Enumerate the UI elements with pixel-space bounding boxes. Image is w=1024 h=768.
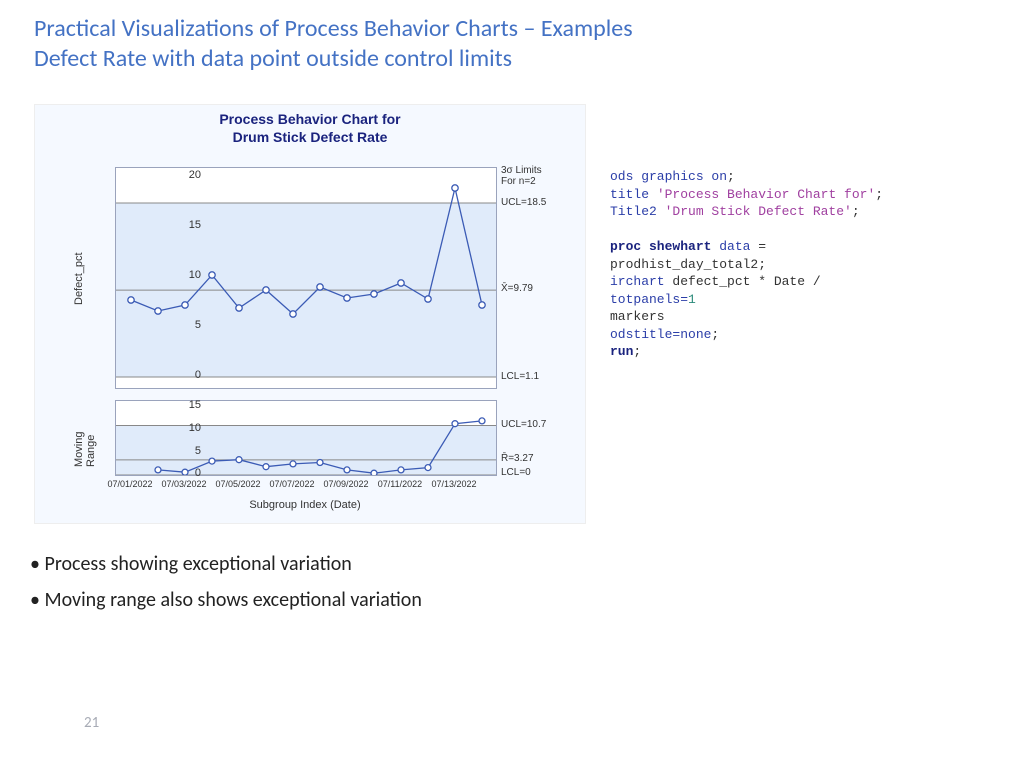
sas-code-block: ods graphics on; title 'Process Behavior… [610, 168, 1010, 361]
ytick-20: 20 [165, 169, 201, 181]
xtick-1: 07/03/2022 [154, 479, 214, 489]
lcl-mr-label: LCL=0 [501, 467, 531, 478]
xlabel: Subgroup Index (Date) [115, 499, 495, 511]
mr-chart-svg [116, 401, 496, 475]
page-number: 21 [84, 714, 99, 732]
title-line-2: Defect Rate with data point outside cont… [34, 44, 994, 74]
bullet-list: • Process showing exceptional variation … [30, 552, 422, 624]
slide-title-block: Practical Visualizations of Process Beha… [34, 14, 994, 74]
chart-title: Process Behavior Chart for Drum Stick De… [35, 111, 585, 145]
bullet-2: • Moving range also shows exceptional va… [30, 588, 422, 612]
ytick-5: 5 [165, 319, 201, 331]
cl-i-label: X̄=9.79 [501, 283, 533, 294]
lcl-i-label: LCL=1.1 [501, 371, 539, 382]
sigma-label: 3σ Limits For n=2 [501, 165, 542, 187]
mr-ytick-10: 10 [165, 422, 201, 434]
ucl-i-label: UCL=18.5 [501, 197, 546, 208]
bullet-1: • Process showing exceptional variation [30, 552, 422, 576]
control-chart-panel: Process Behavior Chart for Drum Stick De… [34, 104, 586, 524]
xtick-0: 07/01/2022 [100, 479, 160, 489]
xtick-2: 07/05/2022 [208, 479, 268, 489]
xtick-6: 07/13/2022 [424, 479, 484, 489]
ytick-0: 0 [165, 369, 201, 381]
ucl-mr-label: UCL=10.7 [501, 419, 546, 430]
cl-mr-label: R̄=3.27 [501, 453, 534, 464]
xtick-5: 07/11/2022 [370, 479, 430, 489]
chart-title-line2: Drum Stick Defect Rate [35, 129, 585, 145]
xtick-4: 07/09/2022 [316, 479, 376, 489]
ytick-15: 15 [165, 219, 201, 231]
mr-ytick-0: 0 [165, 467, 201, 479]
mr-ytick-15: 15 [165, 399, 201, 411]
moving-range-plot [115, 400, 497, 476]
chart-title-line1: Process Behavior Chart for [219, 111, 400, 127]
ytick-10: 10 [165, 269, 201, 281]
ylabel-i: Defect_pct [73, 291, 85, 305]
ylabel-mr: Moving Range [73, 453, 97, 467]
mr-ytick-5: 5 [165, 445, 201, 457]
title-line-1: Practical Visualizations of Process Beha… [34, 14, 994, 44]
xtick-3: 07/07/2022 [262, 479, 322, 489]
